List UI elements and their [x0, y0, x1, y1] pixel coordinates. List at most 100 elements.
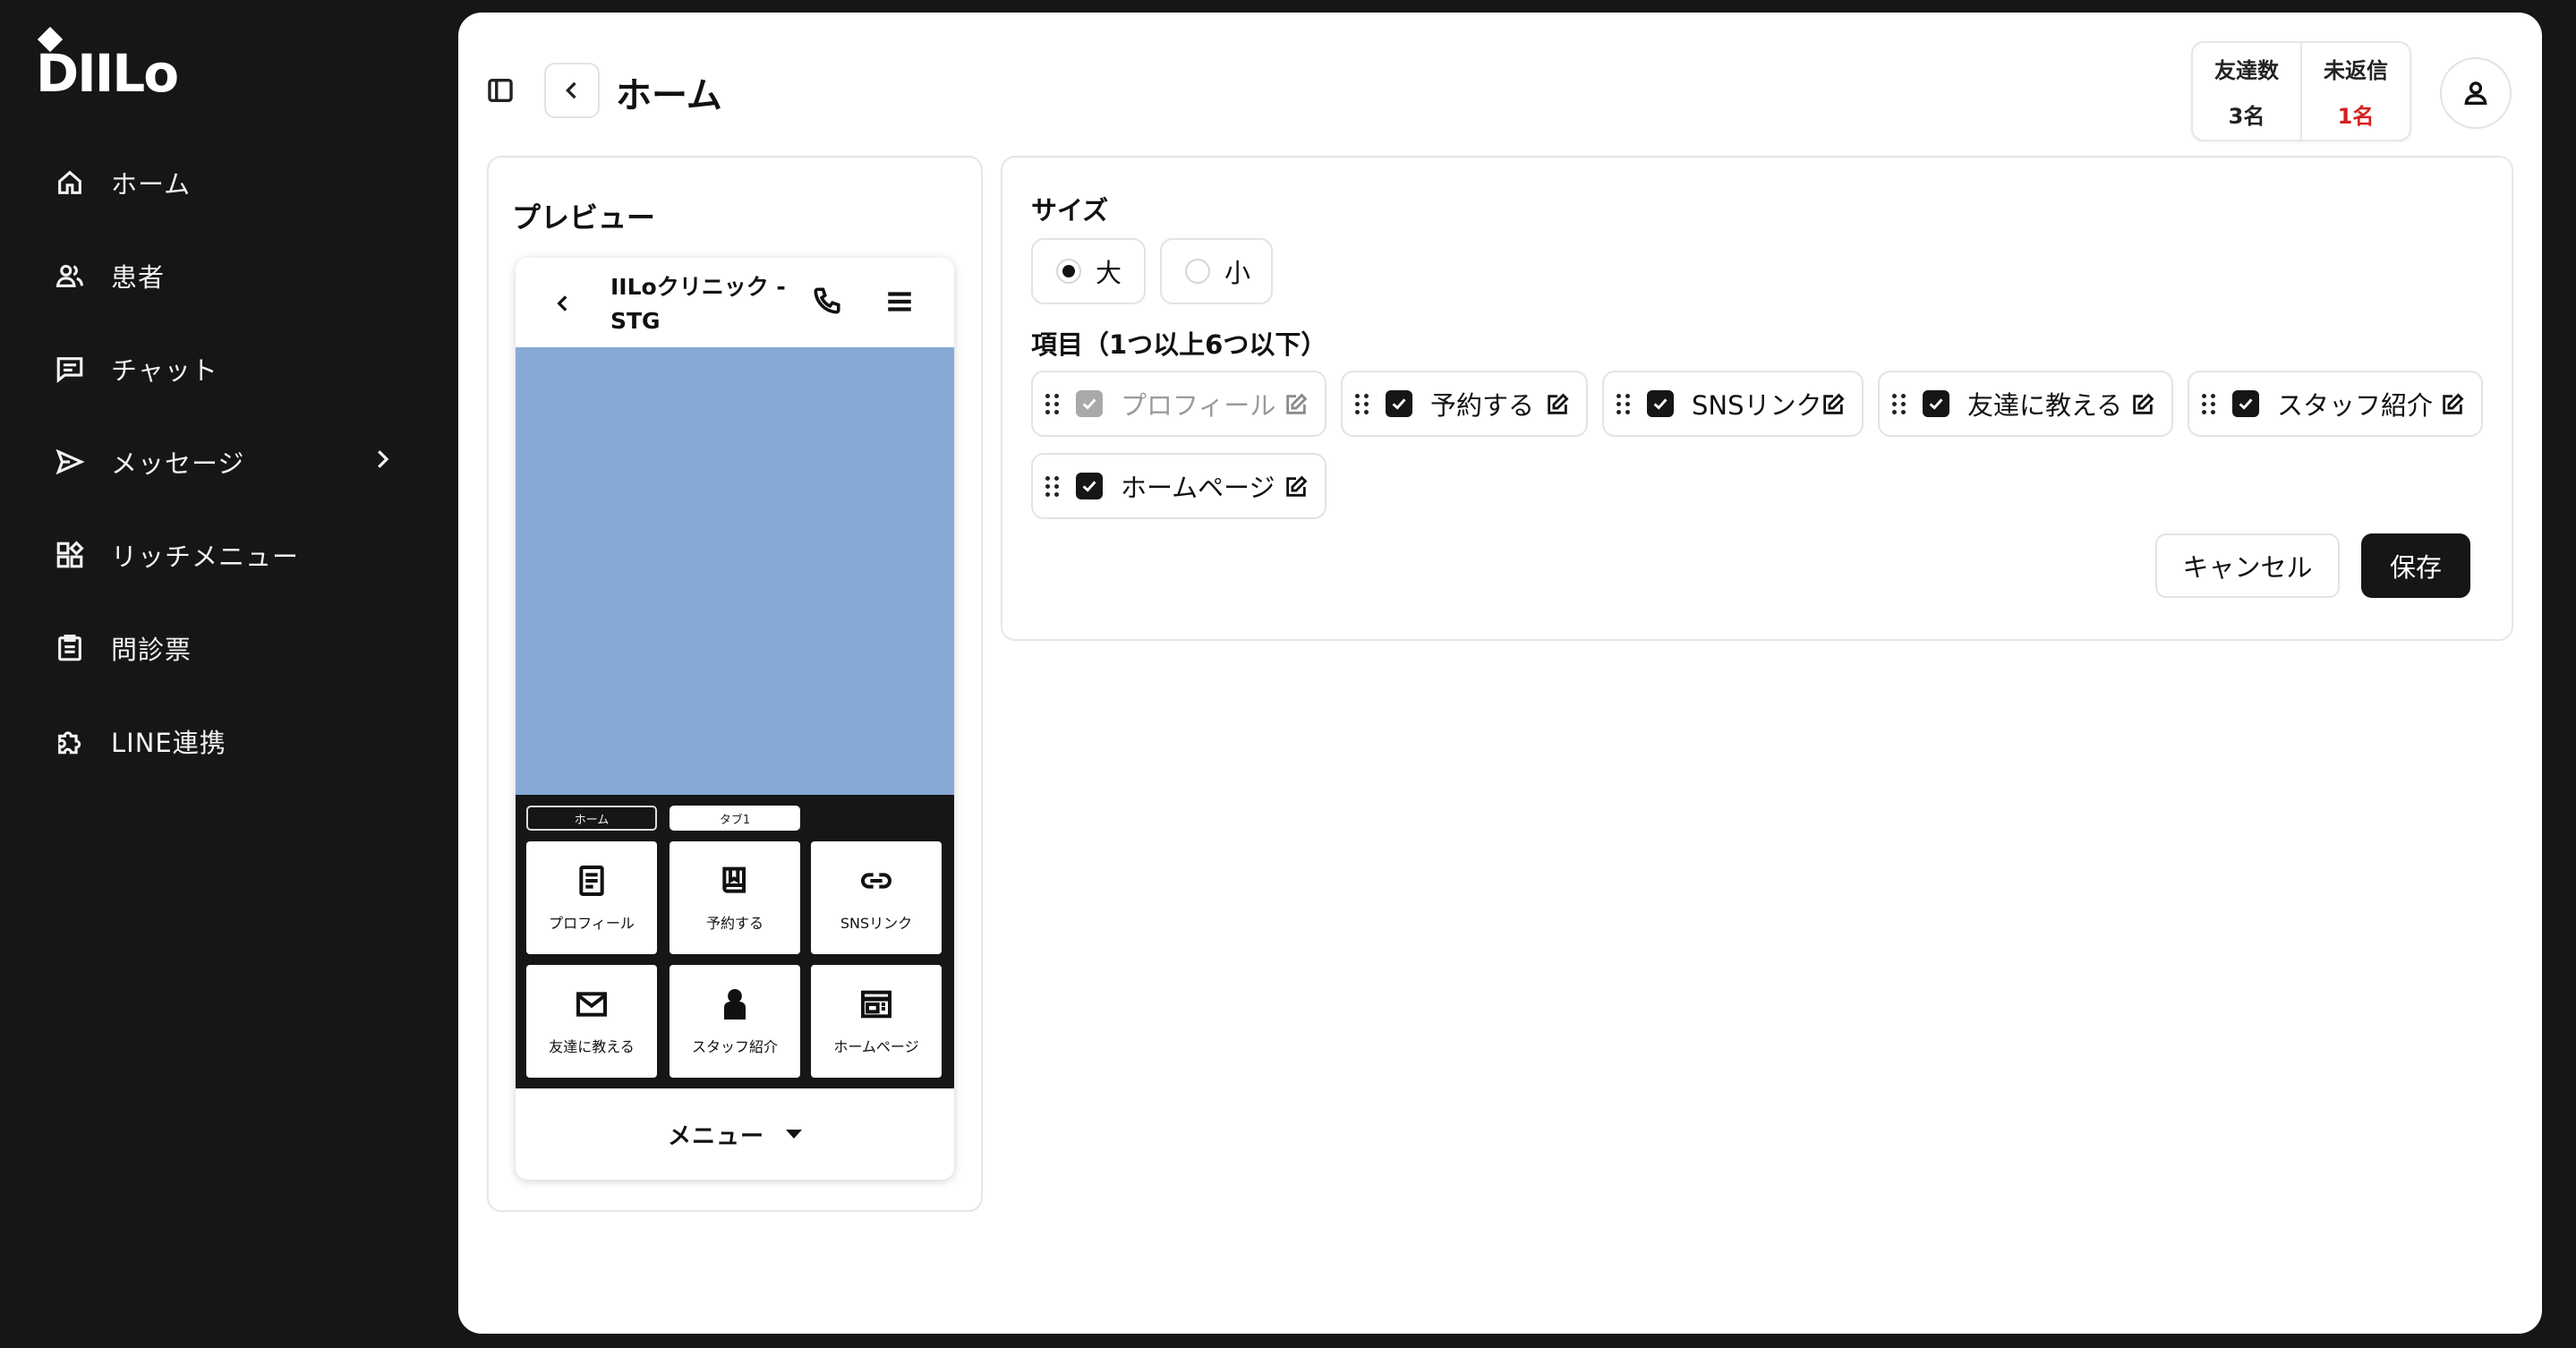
stat-value: 1名 [2337, 104, 2375, 129]
size-section-label: サイズ [1031, 195, 1109, 226]
checkbox-disabled [1076, 390, 1103, 417]
radio-selected-icon[interactable] [1056, 259, 1081, 284]
size-option-small[interactable]: 小 [1160, 238, 1273, 304]
rich-button-sns: SNSリンク [811, 841, 942, 954]
clipboard-icon [54, 632, 86, 664]
drag-handle-icon[interactable] [2202, 390, 2216, 417]
app-logo[interactable]: DIILo [36, 26, 179, 100]
edit-icon[interactable] [2130, 392, 2157, 419]
menu-toggle-label: メニュー [667, 1122, 764, 1150]
item-label: 予約する [1430, 390, 1535, 421]
checkbox-checked[interactable] [1076, 473, 1103, 499]
logo-text: DIILo [36, 43, 179, 104]
users-icon [54, 260, 86, 292]
sidebar-item-label: チャット [111, 355, 218, 386]
caret-down-icon [786, 1130, 802, 1139]
rich-button-label: スタッフ紹介 [691, 1038, 778, 1055]
stats-panel: 友達数 3名 未返信 1名 [2191, 41, 2411, 141]
item-chip-staff[interactable]: スタッフ紹介 [2188, 371, 2483, 437]
stat-label: 友達数 [2214, 58, 2279, 83]
preview-card: プレビュー IILoクリニック - STG ホーム タブ1 プロフィール 予約す… [487, 156, 983, 1212]
item-label: ホームページ [1121, 473, 1275, 503]
rich-tab-home: ホーム [526, 806, 657, 831]
radio-unselected-icon[interactable] [1185, 259, 1210, 284]
sidebar-item-line[interactable]: LINE連携 [0, 695, 458, 788]
item-label: プロフィール [1121, 390, 1276, 421]
sidebar-item-chat[interactable]: チャット [0, 322, 458, 415]
sidebar-item-label: LINE連携 [111, 728, 226, 758]
rich-button-label: SNSリンク [840, 915, 913, 932]
phone-hero-area [516, 347, 954, 795]
edit-icon[interactable] [1821, 392, 1847, 419]
sidebar-item-questionnaire[interactable]: 問診票 [0, 601, 458, 695]
sidebar-nav: ホーム 患者 チャット メッセージ リッチメニュー 問診票 LINE連携 [0, 136, 458, 788]
edit-icon[interactable] [1545, 392, 1572, 419]
checkbox-checked[interactable] [1647, 390, 1674, 417]
items-section-label: 項目（1つ以上6つ以下） [1031, 329, 1327, 360]
stat-label: 未返信 [2324, 58, 2388, 83]
item-label: スタッフ紹介 [2277, 390, 2434, 421]
back-button[interactable] [544, 63, 600, 118]
radio-label: 小 [1224, 258, 1251, 288]
send-icon [54, 446, 86, 478]
person-icon [724, 989, 746, 1020]
drag-handle-icon[interactable] [1892, 390, 1906, 417]
drag-handle-icon[interactable] [1355, 390, 1369, 417]
page-title: ホーム [616, 75, 722, 116]
sidebar-item-patients[interactable]: 患者 [0, 229, 458, 322]
radio-label: 大 [1096, 258, 1122, 288]
drag-handle-icon[interactable] [1045, 390, 1060, 417]
user-avatar-button[interactable] [2440, 57, 2512, 129]
item-label: 友達に教える [1967, 390, 2123, 421]
rich-button-label: プロフィール [549, 915, 635, 932]
phone-title: IILoクリニック - STG [610, 274, 786, 334]
preview-title: プレビュー [512, 200, 656, 235]
stat-unreplied: 未返信 1名 [2300, 43, 2410, 140]
rich-button-invite: 友達に教える [526, 965, 657, 1078]
sidebar-item-label: メッセージ [111, 448, 245, 479]
item-chip-homepage[interactable]: ホームページ [1031, 453, 1326, 519]
item-label: SNSリンク [1692, 390, 1822, 421]
page-header: ホーム 友達数 3名 未返信 1名 [458, 13, 2542, 156]
user-icon [2464, 81, 2487, 106]
checkbox-checked[interactable] [1386, 390, 1412, 417]
size-option-large[interactable]: 大 [1031, 238, 1146, 304]
link-icon [861, 873, 891, 889]
document-icon [579, 866, 604, 896]
edit-icon[interactable] [2440, 392, 2467, 419]
rich-menu-preview: ホーム タブ1 プロフィール 予約する SNSリンク 友達に教える スタッフ紹介… [516, 795, 954, 1088]
edit-icon[interactable] [1284, 392, 1310, 419]
home-icon [54, 166, 86, 199]
sidebar-item-messages[interactable]: メッセージ [0, 415, 458, 508]
save-button[interactable]: 保存 [2361, 533, 2470, 598]
item-chip-profile[interactable]: プロフィール [1031, 371, 1326, 437]
phone-icon [811, 285, 847, 320]
stat-friends: 友達数 3名 [2193, 43, 2300, 140]
puzzle-icon [54, 725, 86, 757]
chevron-right-icon[interactable] [369, 446, 401, 478]
hamburger-menu-icon [884, 286, 917, 319]
sidebar-item-label: ホーム [111, 169, 192, 200]
sidebar-item-home[interactable]: ホーム [0, 136, 458, 229]
checkbox-checked[interactable] [2232, 390, 2259, 417]
phone-header: IILoクリニック - STG [516, 258, 954, 347]
item-chip-sns[interactable]: SNSリンク [1602, 371, 1864, 437]
grid-icon [54, 539, 86, 571]
sidebar-toggle-icon[interactable] [485, 75, 521, 111]
checkbox-checked[interactable] [1923, 390, 1949, 417]
item-chip-reserve[interactable]: 予約する [1341, 371, 1588, 437]
item-chip-invite[interactable]: 友達に教える [1878, 371, 2173, 437]
drag-handle-icon[interactable] [1616, 390, 1631, 417]
main-panel: ホーム 友達数 3名 未返信 1名 プレビュー IILoクリニック - STG [458, 13, 2542, 1334]
rich-button-label: ホームページ [833, 1038, 919, 1055]
drag-handle-icon[interactable] [1045, 473, 1060, 499]
chat-icon [54, 353, 86, 385]
cancel-button[interactable]: キャンセル [2155, 533, 2340, 598]
sidebar-item-rich-menu[interactable]: リッチメニュー [0, 508, 458, 601]
book-icon [722, 866, 746, 893]
rich-button-staff: スタッフ紹介 [670, 965, 800, 1078]
settings-card: サイズ 大 小 項目（1つ以上6つ以下） プロフィール 予約する SNSリンク … [1001, 156, 2513, 641]
edit-icon[interactable] [1284, 474, 1310, 501]
rich-button-label: 予約する [705, 915, 763, 932]
rich-tab-1: タブ1 [670, 806, 800, 831]
